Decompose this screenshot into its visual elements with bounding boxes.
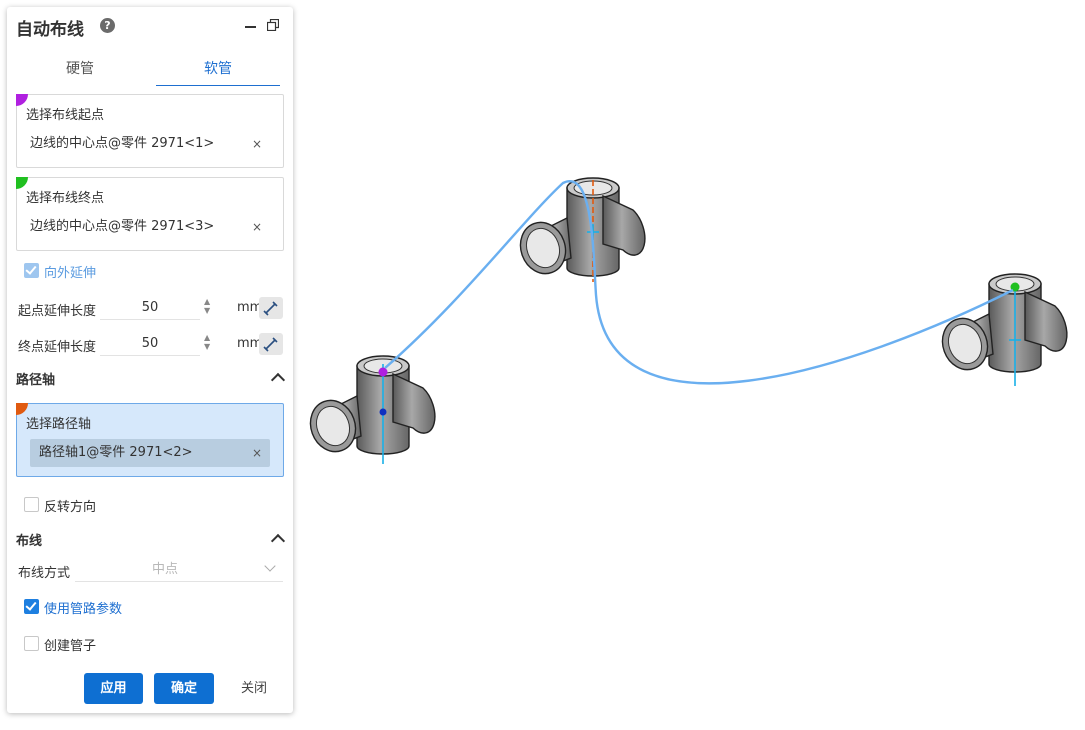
start-point-chip: 边线的中心点@零件 2971<1> × [30, 130, 270, 158]
reverse-direction-checkbox[interactable] [24, 497, 39, 512]
end-point-selector[interactable]: 选择布线终点 边线的中心点@零件 2971<3> × [16, 177, 284, 251]
tab-bar: 硬管 软管 [16, 57, 280, 87]
path-axis-chip: 路径轴1@零件 2971<2> × [30, 439, 270, 467]
path-axis-section-title: 路径轴 [16, 373, 56, 388]
restore-window-icon[interactable] [267, 19, 279, 31]
panel-title: 自动布线 [16, 20, 84, 40]
use-pipe-params-row: 使用管路参数 [7, 599, 293, 619]
path-axis-selector[interactable]: 选择路径轴 路径轴1@零件 2971<2> × [16, 403, 284, 477]
route-line [384, 180, 1014, 385]
remove-path-axis-icon[interactable]: × [252, 439, 262, 467]
ok-button[interactable]: 确定 [154, 673, 214, 704]
end-extend-spinner[interactable]: ▲ ▼ [204, 333, 214, 351]
tee-fitting-1[interactable] [302, 355, 436, 464]
reverse-direction-row: 反转方向 [7, 497, 293, 517]
end-extend-row: 终点延伸长度 50 ▲ ▼ mm [7, 333, 293, 357]
routing-mode-row: 布线方式 中点 [7, 559, 293, 583]
tee-fitting-3[interactable] [934, 273, 1068, 386]
remove-end-point-icon[interactable]: × [252, 213, 262, 241]
close-button[interactable]: 关闭 [225, 673, 283, 704]
use-pipe-params-checkbox[interactable] [24, 599, 39, 614]
reverse-direction-label: 反转方向 [44, 500, 97, 515]
end-point-label: 选择布线终点 [26, 191, 105, 206]
chevron-down-icon [264, 560, 276, 572]
start-extend-input[interactable]: 50 [100, 297, 200, 320]
routing-mode-value: 中点 [151, 562, 178, 577]
tab-rigid-pipe[interactable]: 硬管 [16, 57, 144, 85]
extend-outward-label: 向外延伸 [44, 266, 97, 281]
start-point-value: 边线的中心点@零件 2971<1> [30, 136, 215, 151]
start-extend-label: 起点延伸长度 [18, 304, 97, 319]
path-axis-label: 选择路径轴 [26, 417, 92, 432]
minimize-icon[interactable] [245, 26, 256, 28]
collapse-path-axis-icon[interactable] [270, 372, 286, 388]
routing-mode-label: 布线方式 [18, 566, 71, 581]
auto-routing-panel: 自动布线 ? 硬管 软管 选择布线起点 边线的中心点@零件 2971<1> × … [7, 7, 293, 713]
create-pipe-row: 创建管子 [7, 636, 293, 656]
use-pipe-params-label: 使用管路参数 [44, 602, 123, 617]
extend-outward-row: 向外延伸 [7, 263, 293, 283]
routing-mode-select[interactable]: 中点 [75, 559, 283, 582]
measure-start-icon[interactable] [259, 297, 283, 319]
extend-outward-checkbox[interactable] [24, 263, 39, 278]
measure-end-icon[interactable] [259, 333, 283, 355]
collapse-routing-icon[interactable] [270, 533, 286, 549]
create-pipe-label: 创建管子 [44, 639, 97, 654]
start-extend-row: 起点延伸长度 50 ▲ ▼ mm [7, 297, 293, 321]
routing-section-title: 布线 [16, 534, 43, 549]
end-point-value: 边线的中心点@零件 2971<3> [30, 219, 215, 234]
end-point-chip: 边线的中心点@零件 2971<3> × [30, 213, 270, 241]
remove-start-point-icon[interactable]: × [252, 130, 262, 158]
path-axis-value: 路径轴1@零件 2971<2> [39, 445, 193, 460]
start-point-selector[interactable]: 选择布线起点 边线的中心点@零件 2971<1> × [16, 94, 284, 168]
help-icon[interactable]: ? [100, 18, 115, 33]
end-extend-input[interactable]: 50 [100, 333, 200, 356]
panel-header: 自动布线 ? [7, 7, 293, 47]
apply-button[interactable]: 应用 [84, 673, 143, 704]
start-extend-spinner[interactable]: ▲ ▼ [204, 297, 214, 315]
create-pipe-checkbox[interactable] [24, 636, 39, 651]
tee-fitting-2[interactable] [512, 177, 646, 282]
tab-flexible-pipe[interactable]: 软管 [156, 57, 280, 86]
start-point-label: 选择布线起点 [26, 108, 105, 123]
end-extend-label: 终点延伸长度 [18, 340, 97, 355]
3d-viewport[interactable] [293, 0, 1085, 730]
